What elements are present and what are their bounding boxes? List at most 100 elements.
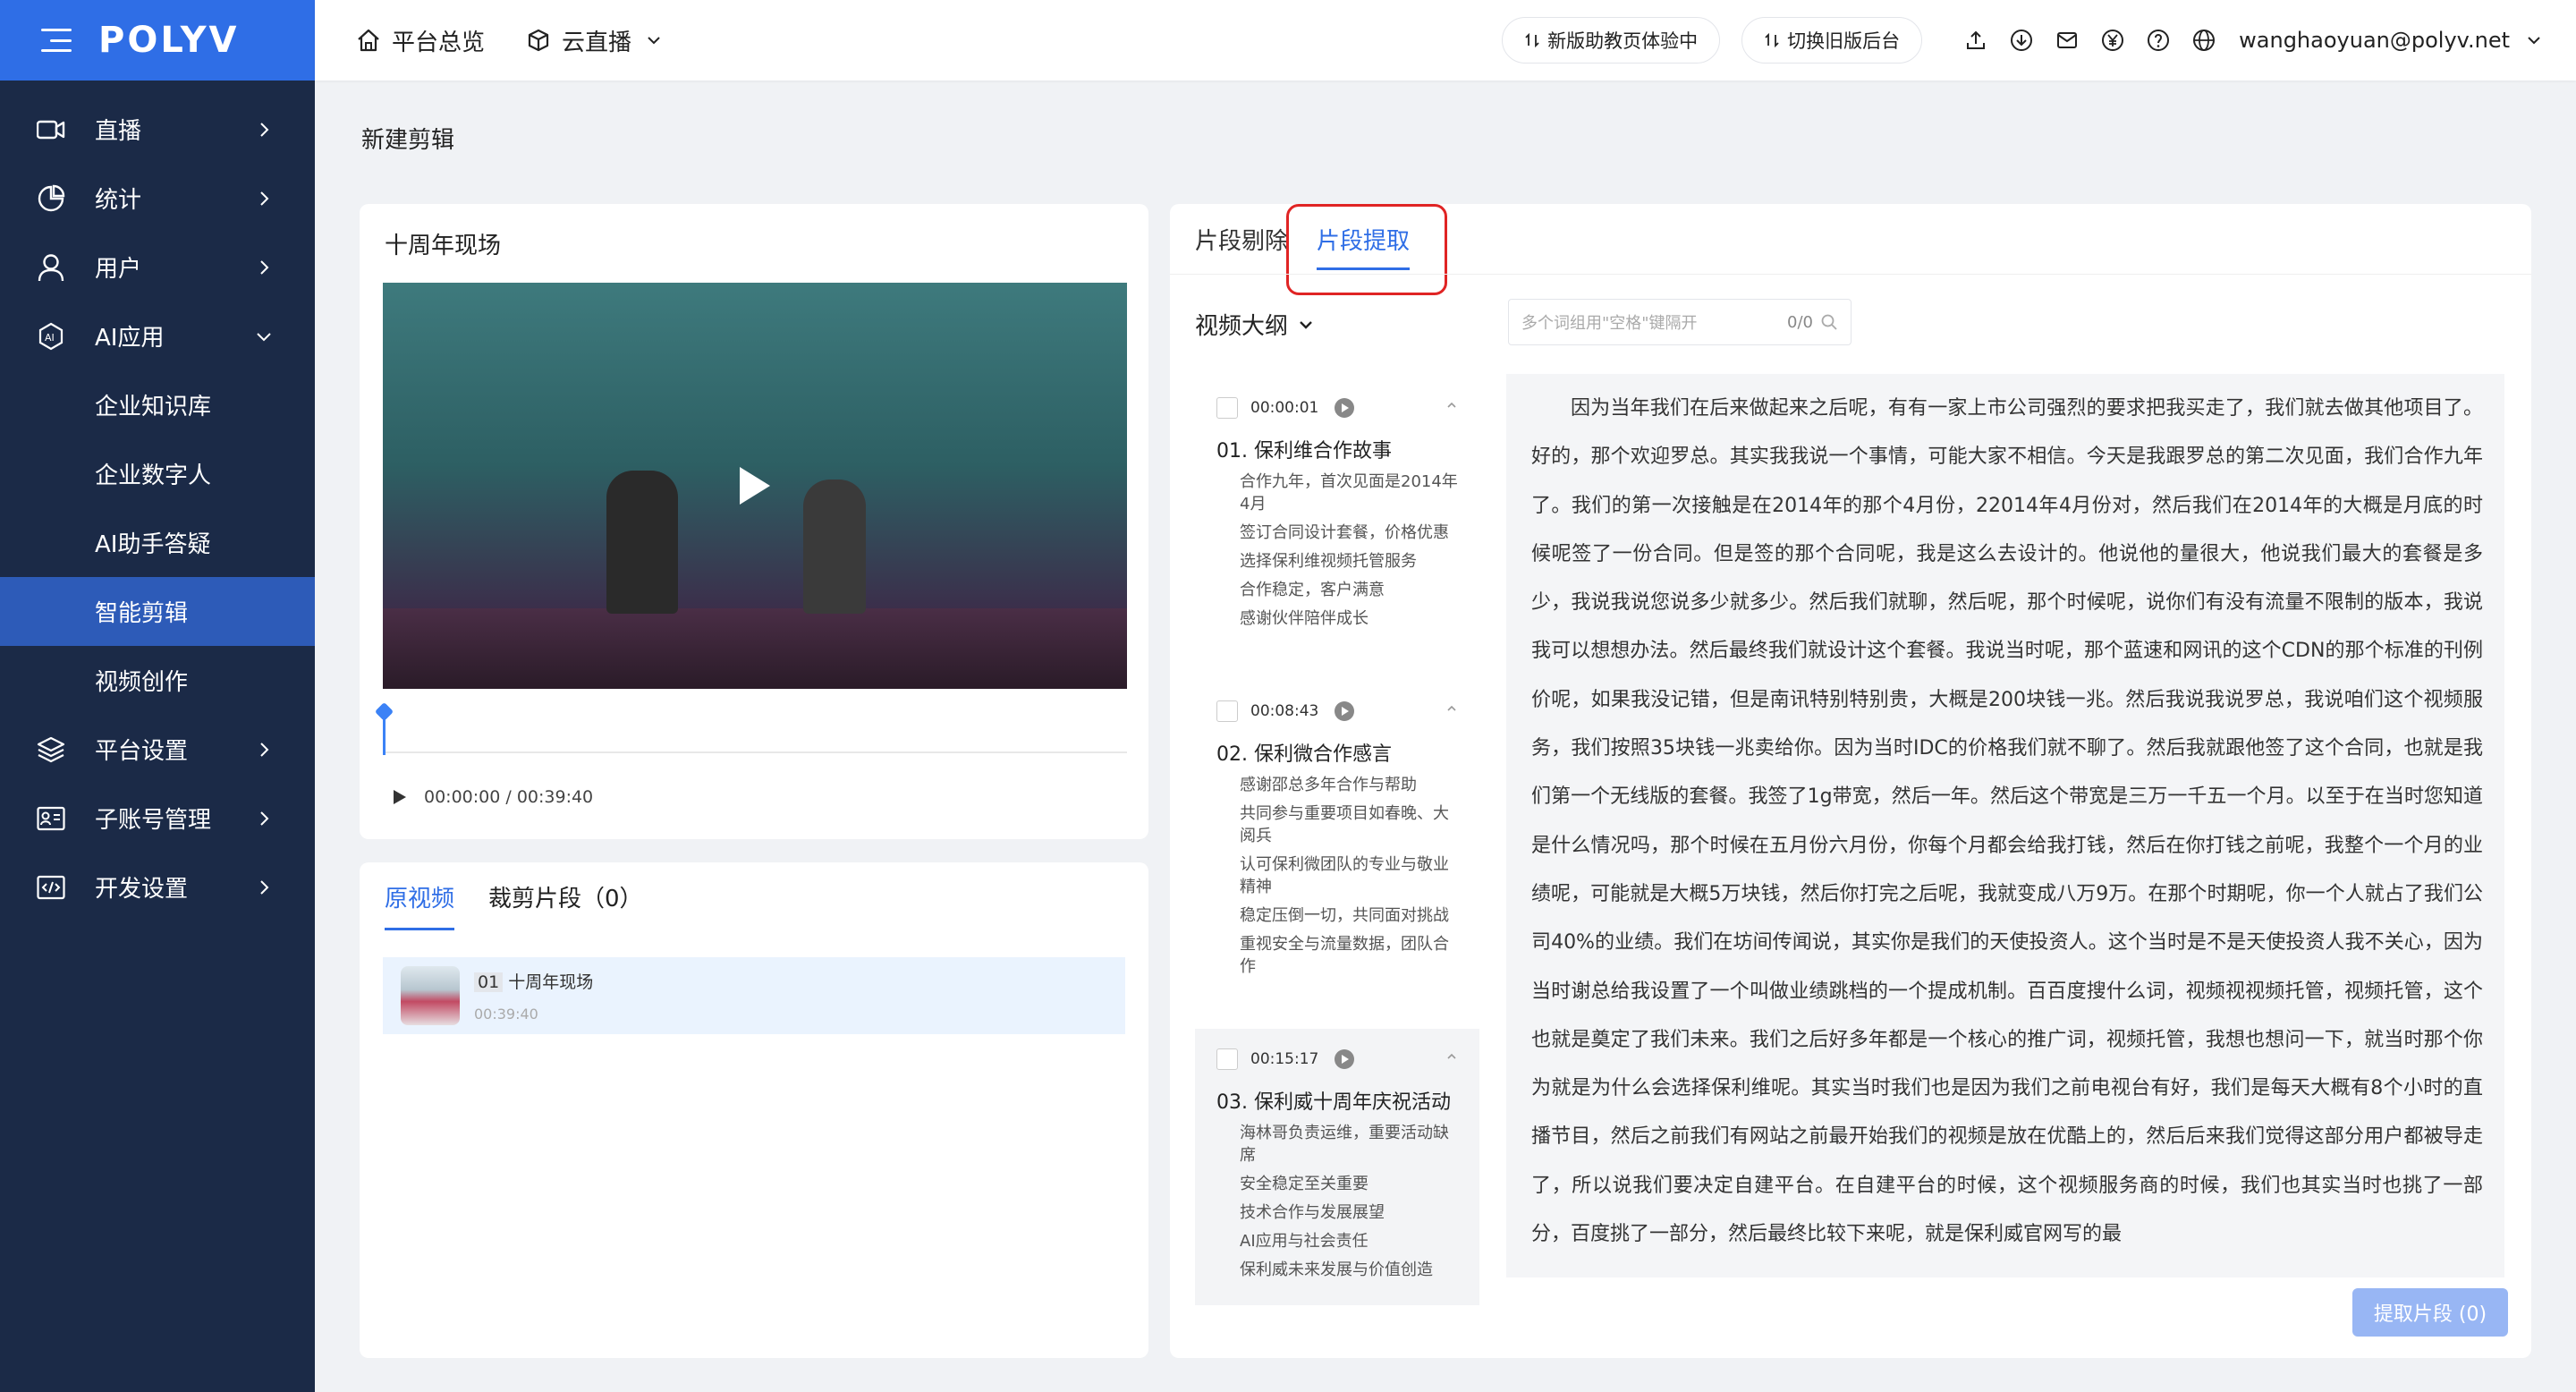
chapter-point: 签订合同设计套餐，价格优惠 — [1240, 523, 1449, 542]
help-icon[interactable] — [2145, 27, 2172, 54]
sidebar-item-users[interactable]: 用户 — [0, 233, 315, 301]
sidebar-item-platform-settings[interactable]: 平台设置 — [0, 715, 315, 784]
play-icon[interactable] — [394, 790, 406, 804]
play-icon[interactable] — [740, 467, 770, 505]
logo[interactable]: POLYV — [98, 20, 240, 61]
user-email[interactable]: wanghaoyuan@polyv.net — [2239, 28, 2510, 53]
play-circle-icon[interactable] — [1335, 1049, 1355, 1069]
chapter-point: 合作九年，首次见面是2014年4月 — [1240, 472, 1458, 514]
extract-clips-button[interactable]: 提取片段 (0) — [2352, 1288, 2508, 1337]
chevron-right-icon — [260, 879, 269, 895]
clips-card: 原视频 裁剪片段（0） 01 十周年现场 00:39:40 — [360, 862, 1148, 1358]
divider — [1170, 274, 2531, 275]
tab-segment-delete[interactable]: 片段剔除 — [1195, 223, 1288, 256]
stage-decor — [383, 608, 1127, 689]
sidebar-item-label: 用户 — [95, 256, 142, 283]
chapter-point: 共同参与重要项目如春晚、大阅兵 — [1240, 804, 1449, 845]
play-circle-icon[interactable] — [1335, 398, 1355, 418]
annotation-highlight — [1286, 204, 1447, 295]
chapter-point: 选择保利维视频托管服务 — [1240, 552, 1417, 571]
person-figure — [606, 471, 678, 614]
chevron-right-icon — [260, 742, 269, 757]
chapter-point: 技术合作与发展展望 — [1240, 1203, 1385, 1222]
chapter-item[interactable]: 00:08:43 02. 保利微合作感言 感谢邵总多年合作与帮助 共同参与重要项… — [1195, 681, 1479, 1002]
video-title: 十周年现场 — [385, 233, 502, 259]
sidebar-subitem-knowledge-base[interactable]: 企业知识库 — [0, 370, 315, 439]
sidebar-item-label: 统计 — [95, 187, 142, 214]
chart-icon — [36, 183, 66, 214]
sidebar-item-label: 开发设置 — [95, 876, 189, 903]
sidebar-item-stats[interactable]: 统计 — [0, 164, 315, 233]
top-right-actions: 新版助教页体验中 切换旧版后台 wanghaoyuan@polyv.net — [1502, 0, 2544, 81]
chevron-up-icon[interactable] — [1445, 702, 1458, 715]
user-icon — [36, 252, 66, 283]
transcript-panel[interactable]: 因为当年我们在后来做起来之后呢，有有一家上市公司强烈的要求把我买走了，我们就去做… — [1506, 374, 2504, 1277]
chevron-down-icon — [1300, 320, 1312, 329]
outline-dropdown[interactable]: 视频大纲 — [1195, 308, 1315, 341]
video-player[interactable] — [383, 283, 1127, 689]
top-nav: 平台总览 云直播 — [356, 24, 705, 57]
chevron-up-icon[interactable] — [1445, 1050, 1458, 1063]
code-icon — [36, 872, 66, 903]
sidebar-subitem-smart-clip[interactable]: 智能剪辑 — [0, 577, 315, 646]
timeline-track — [383, 751, 1127, 753]
chapter-point: 安全稳定至关重要 — [1240, 1175, 1368, 1193]
sidebar-item-label: 子账号管理 — [95, 807, 212, 834]
chapter-checkbox[interactable] — [1216, 700, 1238, 722]
chevron-up-icon[interactable] — [1445, 399, 1458, 412]
transcript-text[interactable]: 因为当年我们在后来做起来之后呢，有有一家上市公司强烈的要求把我买走了，我们就去做… — [1531, 385, 2483, 1259]
playback-time: 00:00:00 / 00:39:40 — [424, 787, 594, 807]
download-icon[interactable] — [2008, 27, 2035, 54]
tab-cut-clips[interactable]: 裁剪片段（0） — [488, 880, 643, 930]
clip-name: 十周年现场 — [508, 972, 594, 992]
layers-icon — [36, 734, 66, 765]
chapter-point: 稳定压倒一切，共同面对挑战 — [1240, 906, 1449, 925]
video-icon — [36, 115, 66, 145]
chapter-title: 02. 保利微合作感言 — [1216, 743, 1392, 766]
search-input[interactable]: 多个词组用"空格"键隔开 0/0 — [1508, 299, 1852, 345]
video-card: 十周年现场 00:00:00 / 00:39:40 — [360, 204, 1148, 839]
chapter-point: 重视安全与流量数据，团队合作 — [1240, 935, 1449, 976]
chapter-checkbox[interactable] — [1216, 397, 1238, 419]
chapter-item[interactable]: 00:15:17 03. 保利威十周年庆祝活动 海林哥负责运维，重要活动缺席 安… — [1195, 1029, 1479, 1305]
sidebar-item-ai[interactable]: AI AI应用 — [0, 301, 315, 370]
platform-overview-link[interactable]: 平台总览 — [356, 24, 485, 57]
upload-icon[interactable] — [1962, 27, 1989, 54]
switch-old-button[interactable]: 切换旧版后台 — [1741, 17, 1923, 64]
play-circle-icon[interactable] — [1335, 701, 1355, 721]
chevron-right-icon — [260, 259, 269, 275]
chapter-checkbox[interactable] — [1216, 1048, 1238, 1070]
timeline[interactable] — [374, 701, 1127, 755]
platform-overview-label: 平台总览 — [392, 29, 486, 56]
new-assistant-label: 新版助教页体验中 — [1547, 30, 1699, 52]
sidebar-item-live[interactable]: 直播 — [0, 95, 315, 164]
chapter-item[interactable]: 00:00:01 01. 保利维合作故事 合作九年，首次见面是2014年4月 签… — [1195, 378, 1479, 654]
sidebar-item-sub-accounts[interactable]: 子账号管理 — [0, 784, 315, 853]
sidebar-subitem-digital-human[interactable]: 企业数字人 — [0, 439, 315, 508]
sidebar-item-dev-settings[interactable]: 开发设置 — [0, 853, 315, 921]
clip-tabs: 原视频 裁剪片段（0） — [385, 880, 677, 930]
sidebar-subitem-ai-assistant[interactable]: AI助手答疑 — [0, 508, 315, 577]
logo-bar: POLYV — [0, 0, 315, 81]
home-icon — [358, 29, 379, 52]
top-bar: 平台总览 云直播 新版助教页体验中 切换旧版后台 wanghaoyuan@pol… — [315, 0, 2576, 81]
chapter-time: 00:15:17 — [1250, 1050, 1319, 1068]
tab-original-video[interactable]: 原视频 — [385, 880, 455, 930]
menu-toggle-icon[interactable] — [41, 29, 72, 52]
playhead-handle[interactable] — [374, 701, 394, 722]
cloud-live-dropdown[interactable]: 云直播 — [526, 24, 664, 57]
mail-icon[interactable] — [2054, 27, 2080, 54]
globe-icon[interactable] — [2190, 27, 2217, 54]
page-title: 新建剪辑 — [361, 127, 455, 154]
chevron-down-icon — [257, 332, 271, 341]
chevron-down-icon[interactable] — [2524, 30, 2544, 50]
sidebar-subitem-video-creation[interactable]: 视频创作 — [0, 646, 315, 715]
video-thumbnail — [401, 966, 460, 1025]
chevron-right-icon — [260, 191, 269, 206]
list-item[interactable]: 01 十周年现场 00:39:40 — [383, 957, 1125, 1034]
currency-icon[interactable] — [2099, 27, 2126, 54]
chapter-point: 认可保利微团队的专业与敬业精神 — [1240, 855, 1449, 896]
new-assistant-button[interactable]: 新版助教页体验中 — [1502, 17, 1721, 64]
chapter-point: 海林哥负责运维，重要活动缺席 — [1240, 1124, 1449, 1165]
search-icon[interactable] — [1820, 313, 1838, 331]
